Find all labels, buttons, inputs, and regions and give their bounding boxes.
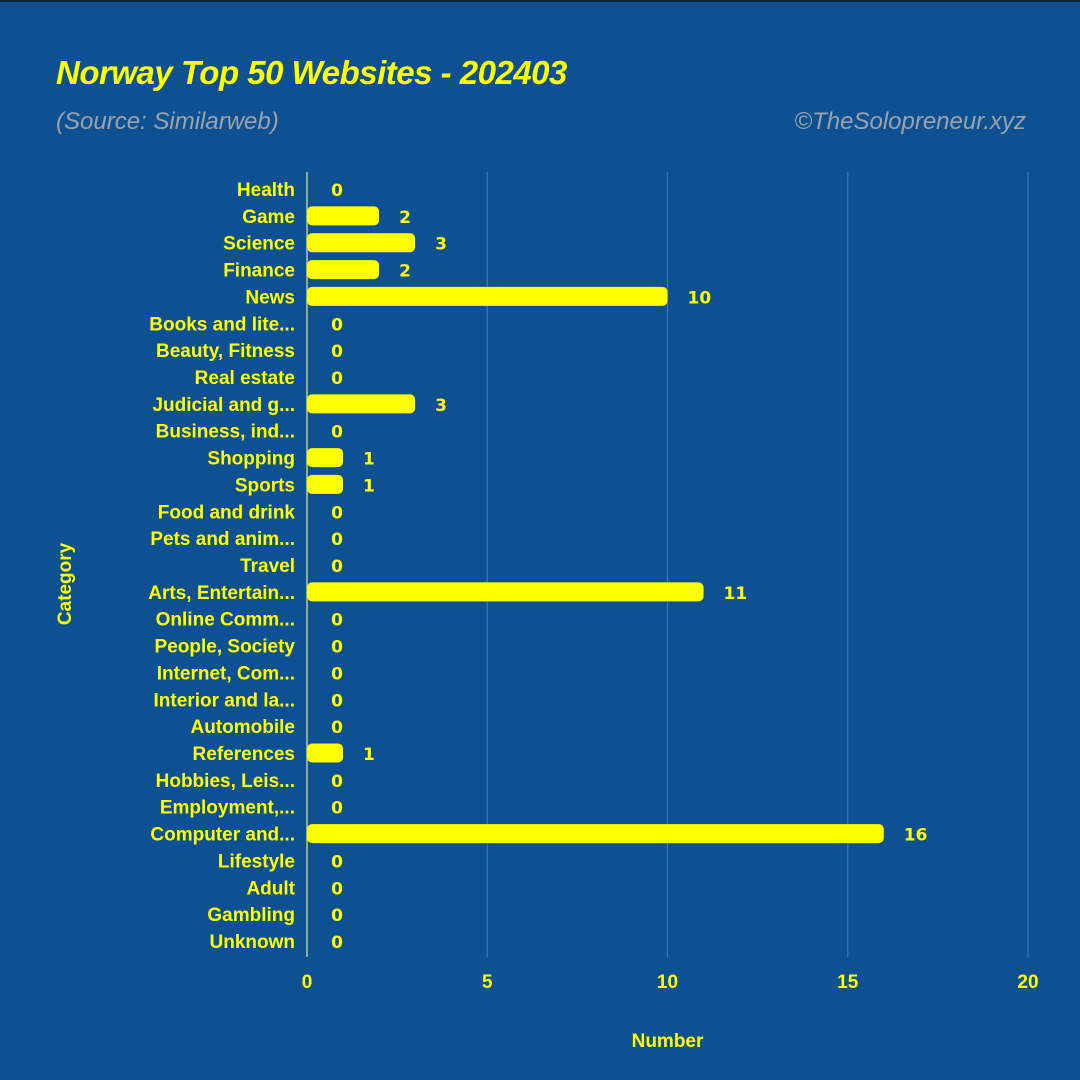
category-label: News: [245, 287, 295, 308]
value-label: 0: [331, 638, 343, 658]
value-label: 0: [331, 879, 343, 899]
bar: [307, 474, 344, 494]
category-label: Unknown: [210, 932, 296, 953]
category-label: Internet, Com...: [157, 663, 295, 684]
category-label: Books and lite...: [149, 314, 295, 335]
category-label: References: [193, 744, 295, 765]
category-label: Travel: [240, 556, 295, 577]
category-label: People, Society: [155, 637, 296, 658]
value-label: 0: [331, 611, 343, 631]
bar: [307, 260, 380, 280]
bars: [307, 206, 884, 844]
bar-chart: Health Game Science Finance News Books and li…: [55, 172, 1039, 1052]
category-label: Online Comm...: [156, 610, 295, 631]
value-label: 10: [688, 288, 712, 308]
bar: [307, 394, 416, 414]
x-axis-title: Number: [632, 1031, 704, 1052]
x-tick-label: 10: [657, 972, 678, 993]
bar: [307, 824, 884, 844]
x-tick-label: 15: [837, 972, 859, 993]
bar: [307, 582, 704, 602]
category-label: Adult: [246, 878, 295, 899]
value-label: 16: [904, 826, 928, 846]
x-tick-labels: 0 5 10 15 20: [302, 972, 1039, 993]
category-label: Interior and la...: [154, 690, 295, 711]
value-label: 1: [363, 476, 375, 496]
value-label: 0: [331, 369, 343, 389]
category-label: Beauty, Fitness: [156, 341, 295, 362]
value-label: 0: [331, 691, 343, 711]
category-label: Health: [237, 180, 295, 201]
category-label: Gambling: [207, 905, 295, 926]
category-label: Judicial and g...: [152, 395, 295, 416]
value-label: 0: [331, 933, 343, 953]
category-label: Automobile: [191, 717, 296, 738]
category-label: Arts, Entertain...: [148, 583, 295, 604]
value-label: 0: [331, 530, 343, 550]
value-label: 0: [331, 664, 343, 684]
value-label: 0: [331, 181, 343, 201]
category-label: Sports: [235, 475, 295, 496]
value-label: 0: [331, 718, 343, 738]
category-label: Real estate: [195, 368, 295, 389]
value-label: 0: [331, 852, 343, 872]
x-tick-label: 5: [482, 972, 493, 993]
category-label: Computer and...: [150, 825, 295, 846]
bar: [307, 206, 380, 226]
value-label: 1: [363, 450, 375, 470]
x-tick-label: 20: [1017, 972, 1038, 993]
category-label: Employment,...: [160, 798, 295, 819]
category-label: Science: [223, 234, 295, 255]
bar: [307, 448, 344, 468]
value-label: 1: [363, 745, 375, 765]
category-labels: Health Game Science Finance News Books and li…: [148, 180, 295, 953]
category-label: Pets and anim...: [150, 529, 295, 550]
category-label: Business, ind...: [156, 422, 295, 443]
value-label: 0: [331, 906, 343, 926]
category-label: Game: [242, 207, 295, 228]
value-label: 2: [399, 262, 411, 282]
value-label: 11: [724, 584, 748, 604]
category-label: Hobbies, Leis...: [156, 771, 295, 792]
value-label: 0: [331, 423, 343, 443]
category-label: Lifestyle: [218, 851, 295, 872]
y-axis-title: Category: [55, 542, 76, 625]
bar: [307, 286, 668, 306]
bar: [307, 743, 344, 763]
bar: [307, 233, 416, 253]
value-label: 0: [331, 799, 343, 819]
category-label: Food and drink: [158, 502, 296, 523]
value-label: 3: [435, 235, 447, 255]
value-label: 2: [399, 208, 411, 228]
value-label: 0: [331, 772, 343, 792]
value-label: 0: [331, 342, 343, 362]
value-label: 0: [331, 503, 343, 523]
category-label: Finance: [223, 261, 295, 282]
x-tick-label: 0: [302, 972, 313, 993]
category-label: Shopping: [207, 449, 295, 470]
value-label: 3: [435, 396, 447, 416]
value-label: 0: [331, 315, 343, 335]
value-label: 0: [331, 557, 343, 577]
